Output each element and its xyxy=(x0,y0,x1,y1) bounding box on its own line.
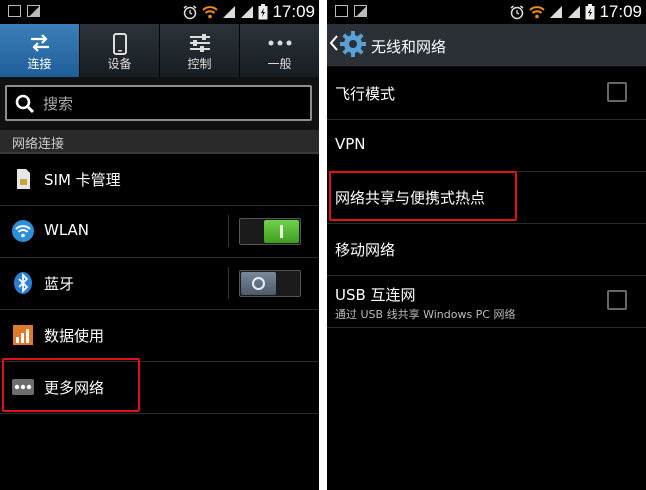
cell-signal-icon xyxy=(550,6,563,18)
toggle-knob xyxy=(241,272,276,295)
image-notification-icon xyxy=(27,5,40,17)
sim-card-icon xyxy=(17,169,30,189)
list-item-label: 移动网络 xyxy=(335,241,396,259)
list-item-label: WLAN xyxy=(44,221,90,239)
tab-connections[interactable]: 连接 xyxy=(0,24,80,77)
list-item-mobile-networks[interactable]: 移动网络 xyxy=(327,223,646,276)
list-item-label: 蓝牙 xyxy=(44,275,75,293)
tab-device[interactable]: 设备 xyxy=(80,24,160,77)
data-usage-chart-icon xyxy=(13,325,33,345)
cell-signal-icon xyxy=(241,6,254,18)
highlight-box-more-networks xyxy=(2,358,140,412)
wlan-toggle[interactable] xyxy=(239,218,301,245)
cell-signal-icon xyxy=(223,6,236,18)
tab-label: 设备 xyxy=(107,57,132,71)
phone-device-icon xyxy=(112,33,127,55)
settings-screen-wireless-networks: 17:09 无线和网络 飞行模式 VPN 网络共享与便携式热点 移动网络 USB… xyxy=(327,0,646,490)
image-notification-icon xyxy=(354,5,367,17)
list-item-label: 飞行模式 xyxy=(335,85,396,103)
list-item-bluetooth[interactable]: 蓝牙 xyxy=(0,257,319,310)
app-bar: 无线和网络 xyxy=(327,24,646,67)
row-divider xyxy=(228,267,229,299)
search-icon xyxy=(15,94,35,114)
battery-charging-icon xyxy=(585,4,595,20)
battery-charging-icon xyxy=(258,4,268,20)
list-item-wlan[interactable]: WLAN xyxy=(0,205,319,258)
usb-notification-icon xyxy=(8,5,21,17)
settings-screen-connections: 17:09 连接 设备 控制 一般 网络连接 SIM 卡管理 xyxy=(0,0,319,490)
list-item-label: SIM 卡管理 xyxy=(44,171,121,189)
list-item-sim-management[interactable]: SIM 卡管理 xyxy=(0,153,319,206)
alarm-icon xyxy=(183,5,197,20)
toggle-knob xyxy=(264,220,299,243)
search-area xyxy=(0,77,319,130)
search-box[interactable] xyxy=(5,85,312,121)
list-item-airplane-mode[interactable]: 飞行模式 xyxy=(327,67,646,120)
tab-label: 控制 xyxy=(187,57,212,71)
status-bar: 17:09 xyxy=(327,0,646,24)
search-input[interactable] xyxy=(41,91,295,117)
bluetooth-toggle[interactable] xyxy=(239,270,301,297)
usb-internet-checkbox[interactable] xyxy=(607,290,627,310)
settings-tab-bar: 连接 设备 控制 一般 xyxy=(0,24,319,77)
settings-gear-icon xyxy=(340,31,366,57)
list-item-usb-internet[interactable]: USB 互连网 通过 USB 线共享 Windows PC 网络 xyxy=(327,275,646,328)
alarm-icon xyxy=(510,5,524,20)
clock: 17:09 xyxy=(272,2,315,21)
status-bar: 17:09 xyxy=(0,0,319,24)
sliders-icon xyxy=(189,34,210,52)
list-item-label: 数据使用 xyxy=(44,327,105,345)
arrows-swap-icon xyxy=(30,34,49,52)
tab-controls[interactable]: 控制 xyxy=(160,24,240,77)
tab-label: 连接 xyxy=(27,57,52,71)
section-header-network-connections: 网络连接 xyxy=(0,130,319,154)
list-item-label: USB 互连网 xyxy=(335,286,416,304)
airplane-mode-checkbox[interactable] xyxy=(607,82,627,102)
usb-notification-icon xyxy=(335,5,348,17)
cell-signal-icon xyxy=(568,6,581,18)
more-dots-icon xyxy=(268,40,291,46)
back-chevron-icon[interactable] xyxy=(329,35,339,51)
list-item-vpn[interactable]: VPN xyxy=(327,119,646,172)
list-item-data-usage[interactable]: 数据使用 xyxy=(0,309,319,362)
wifi-icon xyxy=(12,220,34,242)
list-item-sublabel: 通过 USB 线共享 Windows PC 网络 xyxy=(335,308,516,321)
wifi-signal-icon xyxy=(202,6,219,19)
list-item-label: VPN xyxy=(335,135,366,153)
highlight-box-tethering-hotspot xyxy=(329,171,517,221)
page-title: 无线和网络 xyxy=(371,38,447,56)
row-divider xyxy=(228,215,229,247)
clock: 17:09 xyxy=(599,2,642,21)
tab-label: 一般 xyxy=(267,57,292,71)
bluetooth-icon xyxy=(14,272,32,294)
wifi-signal-icon xyxy=(529,6,546,19)
section-header-label: 网络连接 xyxy=(12,137,65,152)
tab-general[interactable]: 一般 xyxy=(240,24,319,77)
